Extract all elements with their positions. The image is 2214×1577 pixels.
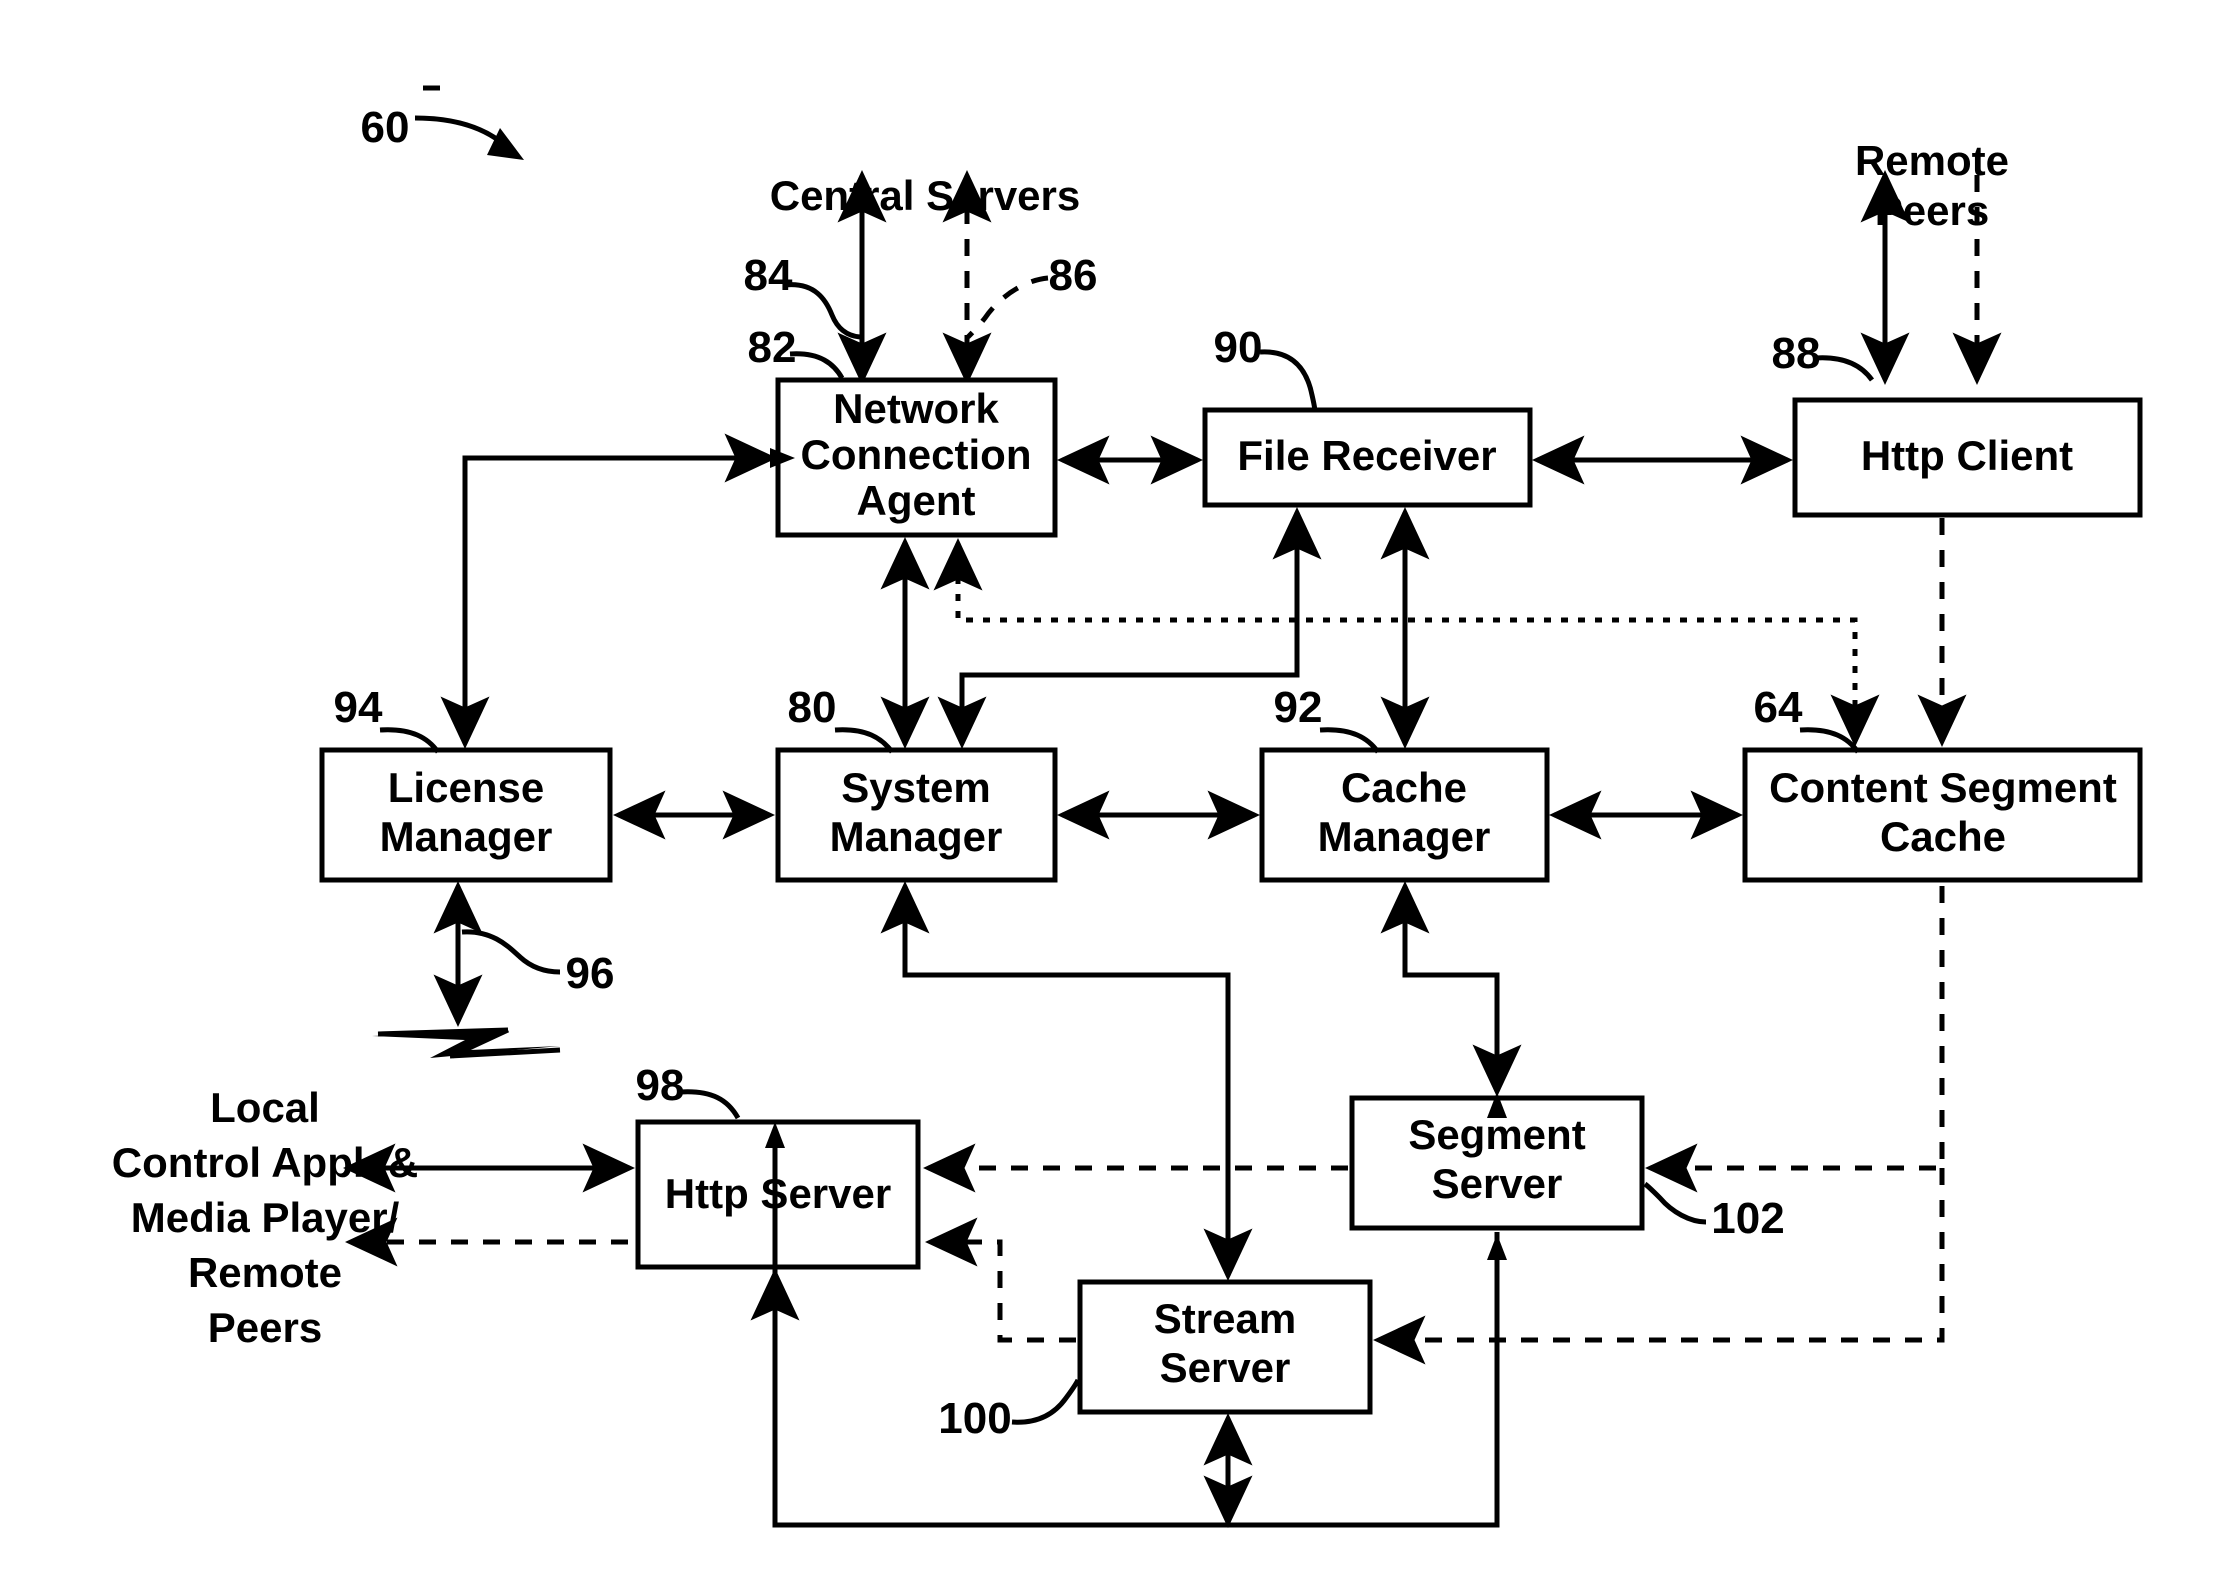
ref-numeral-86: 86 [1049, 251, 1098, 300]
leader-102 [1643, 1181, 1707, 1225]
label-network-connection-agent-line2: Connection [801, 431, 1032, 478]
break-symbol-icon [372, 1027, 561, 1059]
label-segment-server-line2: Server [1432, 1160, 1563, 1207]
diagram-canvas: Network Connection Agent File Receiver H… [112, 85, 2143, 1528]
ref-numeral-82: 82 [748, 323, 797, 372]
link-content-cache-segment-server [1645, 886, 1945, 1193]
label-http-client: Http Client [1861, 432, 2073, 479]
label-network-connection-agent-line1: Network [833, 385, 999, 432]
link-system-manager-file-receiver [937, 507, 1322, 749]
ref-numeral-88: 88 [1772, 329, 1821, 378]
leader-96 [461, 929, 561, 975]
label-remote-peers-line2: Peers [1875, 187, 1989, 234]
leader-90 [1259, 349, 1318, 413]
label-local-line3: Media Player/ [131, 1194, 400, 1241]
label-license-manager-line1: License [388, 764, 544, 811]
ref-numeral-94: 94 [334, 683, 383, 732]
label-cache-manager-line1: Cache [1341, 764, 1467, 811]
ref-numeral-92: 92 [1274, 683, 1323, 732]
ref-numeral-98: 98 [636, 1061, 685, 1110]
ref-numeral-96: 96 [566, 949, 615, 998]
link-stream-server-http-server [925, 1217, 1076, 1343]
leader-98 [679, 1089, 741, 1120]
figure-reference-60 [414, 85, 524, 160]
patent-figure: Network Connection Agent File Receiver H… [0, 0, 2214, 1577]
label-central-servers: Central Servers [770, 172, 1081, 219]
label-remote-peers-line1: Remote [1855, 137, 2009, 184]
label-network-connection-agent-line3: Agent [857, 477, 976, 524]
ref-numeral-64: 64 [1754, 683, 1803, 732]
label-system-manager-line2: Manager [830, 813, 1003, 860]
label-local-line4: Remote [188, 1249, 342, 1296]
label-local-line1: Local [210, 1084, 320, 1131]
label-stream-server-line2: Server [1160, 1344, 1291, 1391]
label-cache-manager-line2: Manager [1318, 813, 1491, 860]
ref-numeral-80: 80 [788, 683, 837, 732]
leader-88 [1814, 355, 1875, 382]
label-content-segment-cache-line1: Content Segment [1769, 764, 2117, 811]
label-file-receiver: File Receiver [1237, 432, 1496, 479]
link-cache-manager-segment-server [1380, 881, 1522, 1097]
label-local-line2: Control Appl. & [112, 1139, 418, 1186]
ref-numeral-90: 90 [1214, 323, 1263, 372]
ref-numeral-102: 102 [1711, 1194, 1784, 1243]
link-system-manager-stream-server [880, 881, 1253, 1281]
label-local-line5: Peers [208, 1304, 322, 1351]
label-content-segment-cache-line2: Cache [1880, 813, 2006, 860]
leader-100 [1011, 1378, 1081, 1425]
ref-numeral-100: 100 [938, 1394, 1011, 1443]
leader-86 [966, 275, 1049, 339]
label-stream-server-line1: Stream [1154, 1295, 1296, 1342]
label-system-manager-line1: System [841, 764, 990, 811]
ref-numeral-60: 60 [361, 103, 410, 152]
link-nca-license-manager [440, 433, 795, 749]
label-license-manager-line2: Manager [380, 813, 553, 860]
label-segment-server-line1: Segment [1408, 1111, 1585, 1158]
leader-82 [789, 351, 845, 380]
ref-numeral-84: 84 [744, 251, 793, 300]
label-http-server: Http Server [665, 1170, 891, 1217]
